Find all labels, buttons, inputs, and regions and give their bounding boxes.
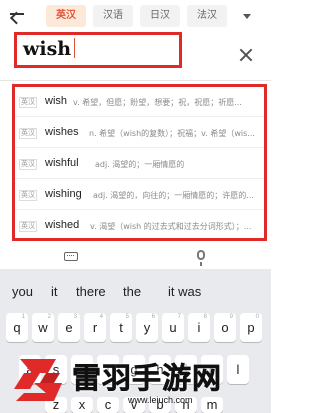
- key-label: r: [92, 320, 98, 335]
- language-tab-bar: 英汉 汉语 日汉 法汉: [0, 0, 271, 32]
- microphone-icon[interactable]: [197, 250, 205, 266]
- key-p[interactable]: p0: [240, 313, 262, 342]
- key-number-hint: 1: [21, 314, 25, 320]
- clear-icon[interactable]: [238, 47, 254, 63]
- key-number-hint: 6: [151, 314, 155, 320]
- key-label: e: [65, 320, 73, 335]
- suggestion-definition: n. 希望（wish的复数）；祝福；v. 希望（wis...: [89, 129, 255, 138]
- candidate-word[interactable]: the: [123, 284, 141, 299]
- key-r[interactable]: r4: [84, 313, 106, 342]
- key-label: y: [143, 320, 151, 335]
- watermark-title: 雷羽手游网: [72, 361, 223, 396]
- tab-fr-zh[interactable]: 法汉: [187, 5, 227, 27]
- key-label: w: [38, 320, 48, 335]
- dict-tag: 英汉: [19, 97, 37, 108]
- suggestion-definition: v. 希望，但愿；盼望，想要；祝，祝愿；祈愿...: [73, 98, 242, 107]
- suggestion-row[interactable]: 英汉 wishful adj. 渴望的；一厢情愿的: [15, 149, 264, 179]
- search-query-text: wish: [23, 38, 72, 60]
- key-number-hint: 2: [47, 314, 51, 320]
- key-t[interactable]: t5: [110, 313, 132, 342]
- key-i[interactable]: i8: [188, 313, 210, 342]
- suggestion-definition: adj. 渴望的，向往的；一厢情愿的；许愿的...: [93, 191, 254, 200]
- tab-ja-zh[interactable]: 日汉: [140, 5, 180, 27]
- key-q[interactable]: q1: [6, 313, 28, 342]
- candidate-word[interactable]: there: [76, 284, 106, 299]
- key-e[interactable]: e3: [58, 313, 80, 342]
- dict-tag: 英汉: [19, 128, 37, 139]
- suggestion-word: wishing: [45, 188, 82, 200]
- divider: [0, 80, 271, 81]
- suggestion-definition: adj. 渴望的；一厢情愿的: [95, 160, 185, 169]
- key-number-hint: 4: [99, 314, 103, 320]
- candidate-word[interactable]: it was: [168, 284, 201, 299]
- dict-tag: 英汉: [19, 221, 37, 232]
- key-number-hint: 9: [229, 314, 233, 320]
- key-o[interactable]: o9: [214, 313, 236, 342]
- suggestion-word: wishful: [45, 157, 79, 169]
- key-number-hint: 3: [73, 314, 77, 320]
- suggestion-word: wish: [45, 95, 68, 107]
- key-w[interactable]: w2: [32, 313, 54, 342]
- dict-tag: 英汉: [19, 190, 37, 201]
- suggestion-list: 英汉 wish v. 希望，但愿；盼望，想要；祝，祝愿；祈愿... 英汉 wis…: [12, 84, 267, 241]
- key-label: u: [169, 320, 177, 335]
- dict-tag: 英汉: [19, 159, 37, 170]
- suggestion-row[interactable]: 英汉 wishing adj. 渴望的，向往的；一厢情愿的；许愿的...: [15, 180, 264, 210]
- tab-en-zh[interactable]: 英汉: [46, 5, 86, 27]
- key-y[interactable]: y6: [136, 313, 158, 342]
- key-u[interactable]: u7: [162, 313, 184, 342]
- tab-zh[interactable]: 汉语: [93, 5, 133, 27]
- text-caret: [74, 38, 76, 58]
- key-label: o: [221, 320, 229, 335]
- candidate-word[interactable]: you: [12, 284, 33, 299]
- candidate-word[interactable]: it: [51, 284, 58, 299]
- suggestion-word: wished: [45, 219, 80, 231]
- back-arrow-icon[interactable]: [6, 4, 30, 24]
- keyboard-toolbar: [0, 243, 271, 269]
- key-number-hint: 0: [255, 314, 259, 320]
- watermark-url: www.leiuch.com: [128, 395, 193, 405]
- more-languages-chevron-icon[interactable]: [236, 5, 258, 27]
- key-label: p: [247, 320, 255, 335]
- suggestion-row[interactable]: 英汉 wished v. 渴望（wish 的过去式和过去分词形式）；...: [15, 211, 264, 238]
- suggestion-row[interactable]: 英汉 wish v. 希望，但愿；盼望，想要；祝，祝愿；祈愿...: [15, 87, 264, 117]
- watermark: 雷羽手游网 www.leiuch.com: [10, 353, 268, 411]
- suggestion-word: wishes: [45, 126, 79, 138]
- key-label: i: [197, 320, 201, 335]
- key-label: q: [13, 320, 21, 335]
- keyboard-icon[interactable]: [64, 252, 78, 261]
- key-number-hint: 7: [177, 314, 181, 320]
- search-query: wish: [23, 38, 76, 60]
- watermark-logo-icon: [14, 359, 62, 401]
- key-number-hint: 8: [203, 314, 207, 320]
- key-label: t: [119, 320, 123, 335]
- suggestion-row[interactable]: 英汉 wishes n. 希望（wish的复数）；祝福；v. 希望（wis...: [15, 118, 264, 148]
- search-input[interactable]: wish: [14, 32, 182, 68]
- suggestion-definition: v. 渴望（wish 的过去式和过去分词形式）；...: [90, 222, 252, 231]
- key-number-hint: 5: [125, 314, 129, 320]
